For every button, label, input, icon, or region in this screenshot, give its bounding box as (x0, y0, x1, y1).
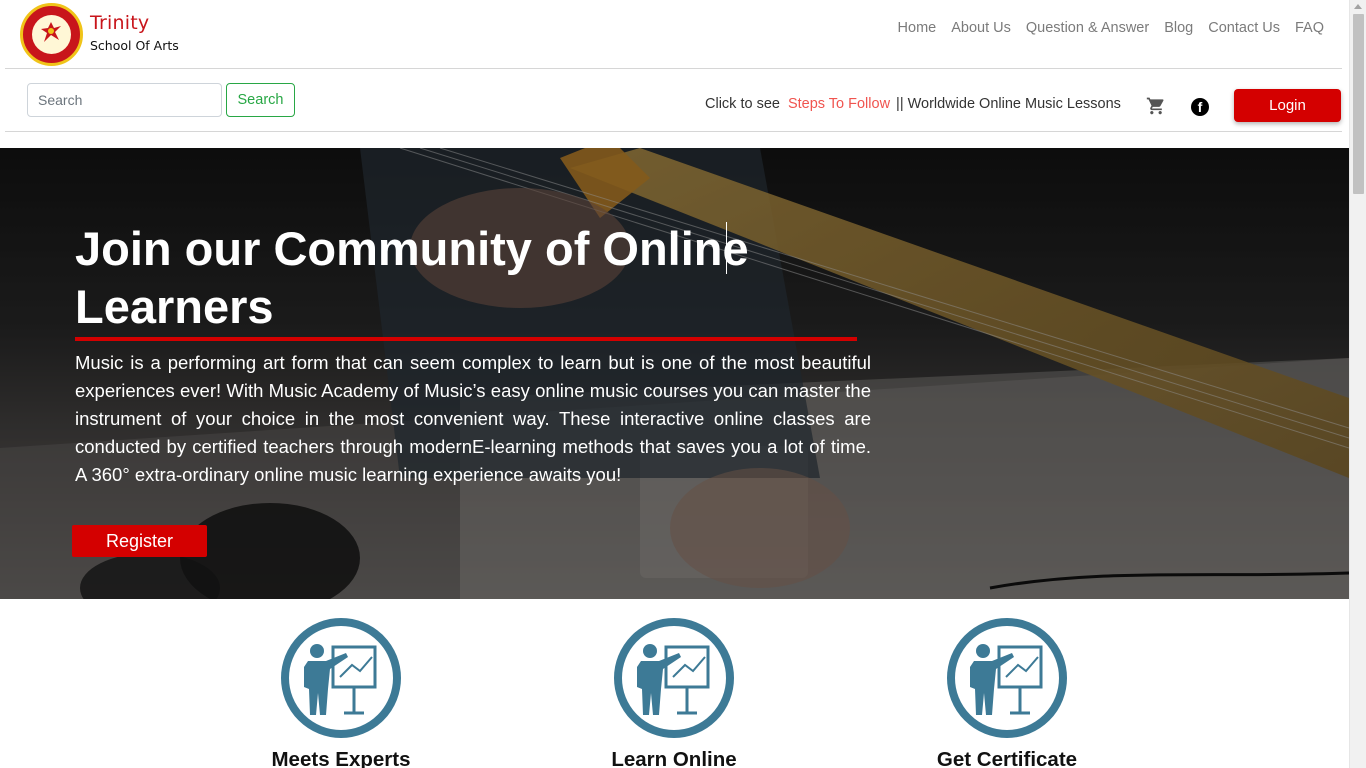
brand-tagline[interactable]: School Of Arts (90, 38, 179, 53)
scroll-up-arrow-icon[interactable] (1354, 4, 1362, 9)
nav-contact-us[interactable]: Contact Us (1208, 20, 1280, 36)
nav-blog[interactable]: Blog (1164, 20, 1193, 36)
top-header: Trinity School Of Arts Home About Us Que… (0, 0, 1349, 69)
feature-meets-experts[interactable]: Meets Experts (221, 617, 461, 768)
hero-banner: Join our Community of Online Learners Mu… (0, 148, 1349, 599)
feature-label: Get Certificate (936, 748, 1078, 768)
brand-name[interactable]: Trinity (90, 12, 149, 34)
steps-to-follow-link[interactable]: Steps To Follow (788, 96, 890, 112)
teacher-board-icon (281, 618, 401, 738)
login-button[interactable]: Login (1234, 89, 1341, 122)
hero-title: Join our Community of Online Learners (75, 222, 749, 333)
nav-about-us[interactable]: About Us (951, 20, 1011, 36)
feature-label: Meets Experts (271, 748, 411, 768)
school-crest-logo[interactable] (20, 3, 83, 66)
logo-figure-icon (41, 22, 61, 42)
hero-title-underline (75, 337, 857, 341)
register-button[interactable]: Register (72, 525, 207, 557)
header-divider (5, 68, 1342, 69)
cart-icon[interactable] (1145, 96, 1167, 116)
feature-learn-online[interactable]: Learn Online (554, 617, 794, 768)
steps-prefix: Click to see (705, 96, 780, 112)
search-input[interactable] (27, 83, 222, 117)
teacher-board-icon (947, 618, 1067, 738)
toolbar-divider (5, 131, 1342, 132)
search-button[interactable]: Search (226, 83, 295, 117)
nav-home[interactable]: Home (898, 20, 937, 36)
facebook-icon[interactable]: f (1191, 98, 1209, 116)
main-nav: Home About Us Question & Answer Blog Con… (898, 20, 1324, 36)
hero-description: Music is a performing art form that can … (75, 352, 871, 485)
steps-suffix: || Worldwide Online Music Lessons (896, 96, 1121, 112)
steps-info: Click to see Steps To Follow || Worldwide … (705, 96, 1121, 112)
page-scrollbar[interactable] (1349, 0, 1366, 768)
scrollbar-thumb[interactable] (1353, 14, 1364, 194)
feature-label: Learn Online (611, 748, 737, 768)
feature-get-certificate[interactable]: Get Certificate (887, 617, 1127, 768)
nav-faq[interactable]: FAQ (1295, 20, 1324, 36)
nav-question-answer[interactable]: Question & Answer (1026, 20, 1149, 36)
text-cursor (726, 222, 727, 274)
teacher-board-icon (614, 618, 734, 738)
